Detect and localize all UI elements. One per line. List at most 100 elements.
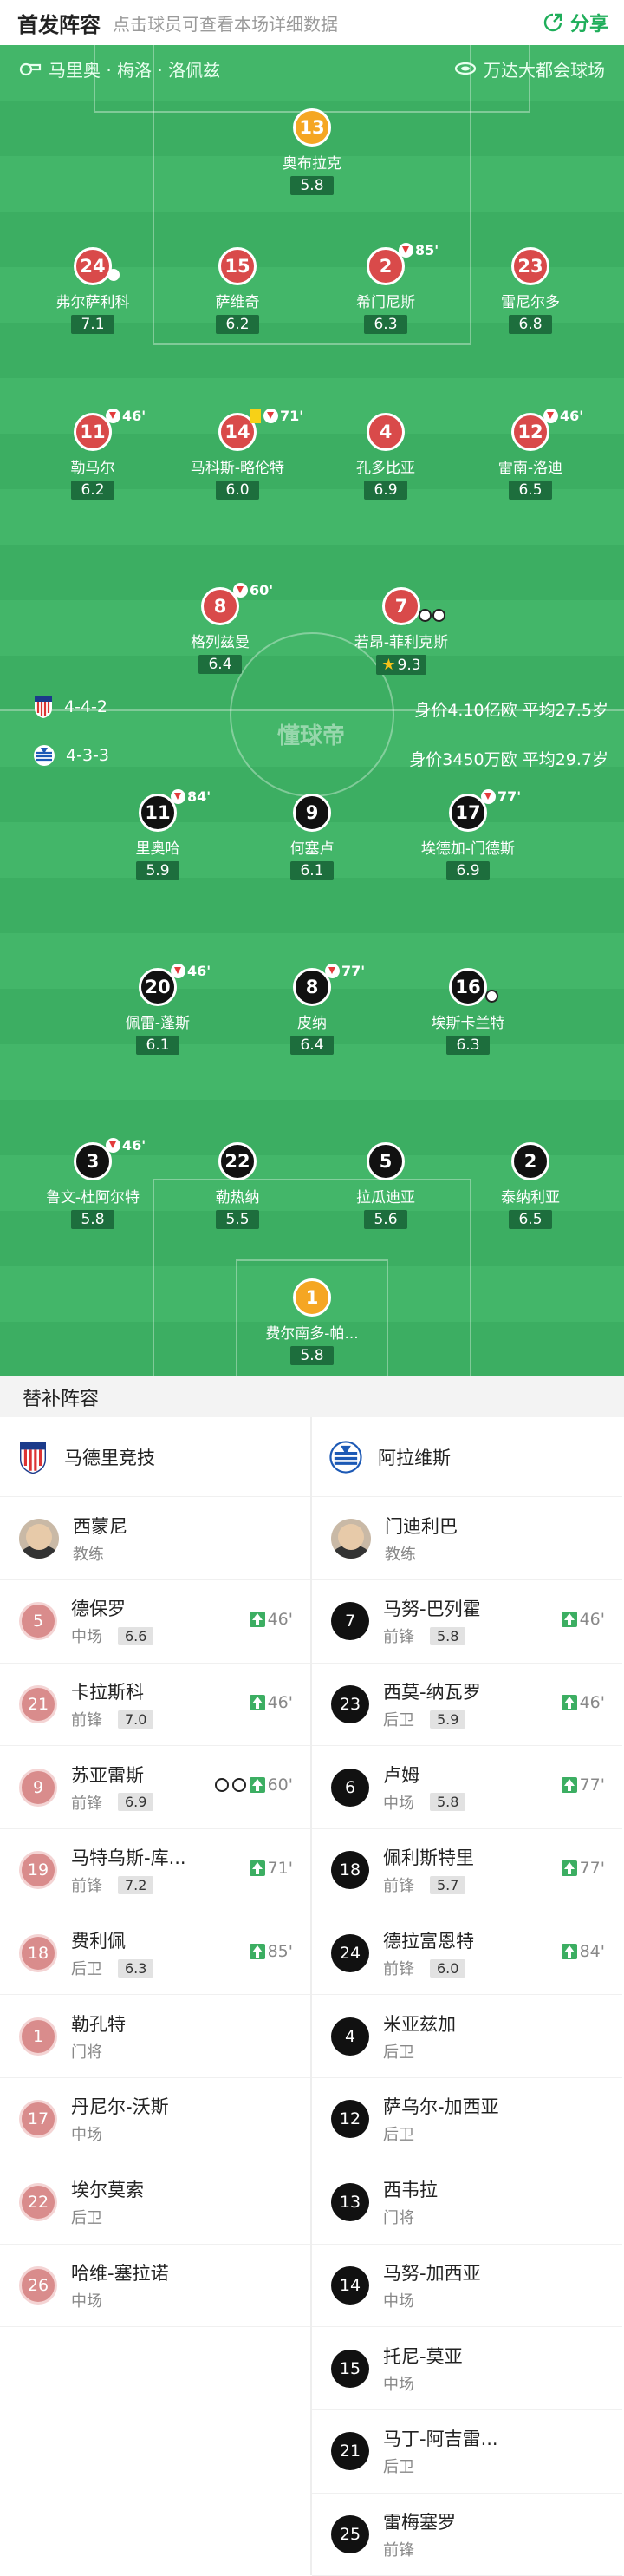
sub-player-row[interactable]: 9 苏亚雷斯 前锋 6.9 60' [0, 1746, 310, 1830]
away-player-lw[interactable]: 17 77' 埃德加-门德斯 6.9 [381, 788, 555, 880]
sub-player-row[interactable]: 13 西韦拉 门将 [312, 2161, 622, 2245]
away-player-cb1[interactable]: 22 勒热纳 5.5 [151, 1142, 324, 1229]
sub-out-icon [106, 409, 120, 423]
away-player-st[interactable]: 9 何塞卢 6.1 [225, 794, 399, 880]
player-rating: 6.3 [118, 1958, 154, 1978]
sub-minute: 46' [187, 963, 211, 979]
home-value: 身价4.10亿欧 平均27.5岁 [414, 701, 608, 720]
sub-in-minute: 46' [579, 1692, 605, 1712]
player-number: 15 [218, 247, 257, 285]
sub-player-row[interactable]: 18 佩利斯特里 前锋 5.7 77' [312, 1829, 622, 1912]
sub-player-row[interactable]: 21 卡拉斯科 前锋 7.0 46' [0, 1664, 310, 1747]
sub-player-row[interactable]: 6 卢姆 中场 5.8 77' [312, 1746, 622, 1830]
player-number: 13 [293, 108, 331, 147]
away-player-rw[interactable]: 11 84' 里奥哈 5.9 [71, 788, 244, 880]
away-coach-row[interactable]: 门迪利巴 教练 [312, 1497, 622, 1580]
home-player-lm[interactable]: 12 46' 雷南-洛迪 6.5 [444, 408, 617, 500]
player-rating: 6.3 [446, 1036, 490, 1055]
sub-in-info: 46' [249, 1692, 293, 1712]
player-name: 西韦拉 [383, 2180, 438, 2201]
sub-minute: 60' [250, 582, 274, 598]
home-player-cb1[interactable]: 15 萨维奇 6.2 [151, 247, 324, 334]
sub-player-row[interactable]: 14 马努-加西亚 中场 [312, 2245, 622, 2328]
player-number: 7 [382, 587, 445, 625]
sub-in-info: 46' [249, 1610, 293, 1629]
player-position: 中场 [383, 1794, 414, 1813]
sub-in-minute: 60' [267, 1775, 293, 1795]
player-rating: 5.6 [364, 1210, 407, 1229]
sub-player-row[interactable]: 7 马努-巴列霍 前锋 5.8 46' [312, 1580, 622, 1664]
away-player-cm3[interactable]: 16 埃斯卡兰特 6.3 [381, 968, 555, 1055]
away-player-cm2[interactable]: 8 77' 皮纳 6.4 [225, 963, 399, 1055]
home-coach-row[interactable]: 西蒙尼 教练 [0, 1497, 310, 1580]
yellow-card-icon [250, 409, 261, 423]
sub-out-icon [325, 964, 340, 978]
player-position: 前锋 [71, 1794, 102, 1813]
sub-player-row[interactable]: 26 哈维-塞拉诺 中场 [0, 2245, 310, 2328]
sub-player-row[interactable]: 12 萨乌尔-加西亚 后卫 [312, 2078, 622, 2161]
goal-icon [485, 990, 498, 1003]
sub-player-row[interactable]: 23 西莫-纳瓦罗 后卫 5.9 46' [312, 1664, 622, 1747]
player-rating: 6.6 [118, 1626, 154, 1645]
player-rating: 6.9 [364, 481, 407, 500]
player-number: 2 85' [367, 242, 439, 285]
sub-out-icon [543, 409, 558, 423]
player-name: 埃斯卡兰特 [431, 1015, 505, 1032]
away-team-header[interactable]: 阿拉维斯 [312, 1417, 622, 1497]
sub-out-icon [171, 789, 185, 804]
player-name: 萨乌尔-加西亚 [383, 2096, 499, 2118]
sub-in-icon [561, 1694, 577, 1710]
player-number: 19 [19, 1851, 57, 1890]
sub-player-row[interactable]: 25 雷梅塞罗 前锋 [312, 2494, 622, 2576]
stadium-name: 万达大都会球场 [484, 59, 605, 81]
away-player-cm1[interactable]: 20 46' 佩雷-蓬斯 6.1 [71, 963, 244, 1055]
home-player-lb[interactable]: 23 雷尼尔多 6.8 [444, 247, 617, 334]
player-name: 勒热纳 [215, 1189, 260, 1206]
home-team-header[interactable]: 马德里竞技 [0, 1417, 310, 1497]
player-rating: 6.9 [446, 861, 490, 880]
home-player-cm1[interactable]: 14 71' 马科斯-略伦特 6.0 [151, 408, 324, 500]
sub-player-row[interactable]: 19 马特乌斯-库... 前锋 7.2 71' [0, 1829, 310, 1912]
player-name: 鲁文-杜阿尔特 [45, 1189, 140, 1206]
share-button[interactable]: 分享 [543, 9, 608, 36]
sub-player-row[interactable]: 15 托尼-莫亚 中场 [312, 2327, 622, 2410]
sub-in-icon [249, 1860, 265, 1877]
home-player-keeper[interactable]: 13 奥布拉克 5.8 [225, 108, 399, 195]
pitch: 马里奥 · 梅洛 · 洛佩兹 万达大都会球场 13 奥布拉克 5.8 24 弗尔… [0, 45, 624, 1376]
sub-in-info: 84' [561, 1941, 605, 1961]
sub-out-icon [106, 1138, 120, 1153]
sub-player-row[interactable]: 4 米亚兹加 后卫 [312, 1995, 622, 2079]
sub-in-minute: 46' [267, 1692, 293, 1712]
sub-player-row[interactable]: 17 丹尼尔-沃斯 中场 [0, 2078, 310, 2161]
sub-in-minute: 77' [579, 1859, 605, 1879]
sub-player-row[interactable]: 24 德拉富恩特 前锋 6.0 84' [312, 1912, 622, 1996]
player-rating: 6.0 [216, 481, 259, 500]
away-player-lb[interactable]: 2 泰纳利亚 6.5 [444, 1142, 617, 1229]
sub-in-minute: 84' [579, 1941, 605, 1961]
player-position: 后卫 [71, 1960, 102, 1979]
sub-minute: 46' [122, 1137, 146, 1154]
player-position: 前锋 [383, 1628, 414, 1647]
sub-in-info: 85' [249, 1942, 293, 1961]
watermark: 懂球帝 [276, 723, 345, 749]
player-number: 23 [511, 247, 549, 285]
sub-player-row[interactable]: 21 马丁-阿吉雷... 后卫 [312, 2410, 622, 2494]
home-player-st2[interactable]: 7 若昂-菲利克斯 ★ 9.3 [315, 587, 488, 675]
away-player-keeper[interactable]: 1 费尔南多-帕... 5.8 [225, 1278, 399, 1365]
sub-player-row[interactable]: 1 勒孔特 门将 [0, 1995, 310, 2079]
player-rating: ★ 9.3 [376, 655, 426, 675]
sub-player-row[interactable]: 22 埃尔莫索 后卫 [0, 2161, 310, 2245]
player-number: 11 46' [74, 408, 146, 451]
player-position: 后卫 [383, 2458, 414, 2477]
sub-player-row[interactable]: 18 费利佩 后卫 6.3 85' [0, 1912, 310, 1996]
player-rating: 6.0 [430, 1958, 466, 1978]
player-rating: 5.9 [430, 1710, 466, 1729]
player-name: 马丁-阿吉雷... [383, 2429, 498, 2450]
home-player-st1[interactable]: 8 60' 格列兹曼 6.4 [133, 582, 307, 674]
player-name: 若昂-菲利克斯 [354, 634, 449, 651]
player-name: 西莫-纳瓦罗 [383, 1682, 481, 1703]
sub-player-row[interactable]: 5 德保罗 中场 6.6 46' [0, 1580, 310, 1664]
player-number: 23 [331, 1685, 369, 1724]
goal-icon [419, 609, 432, 622]
player-number: 15 [331, 2349, 369, 2388]
